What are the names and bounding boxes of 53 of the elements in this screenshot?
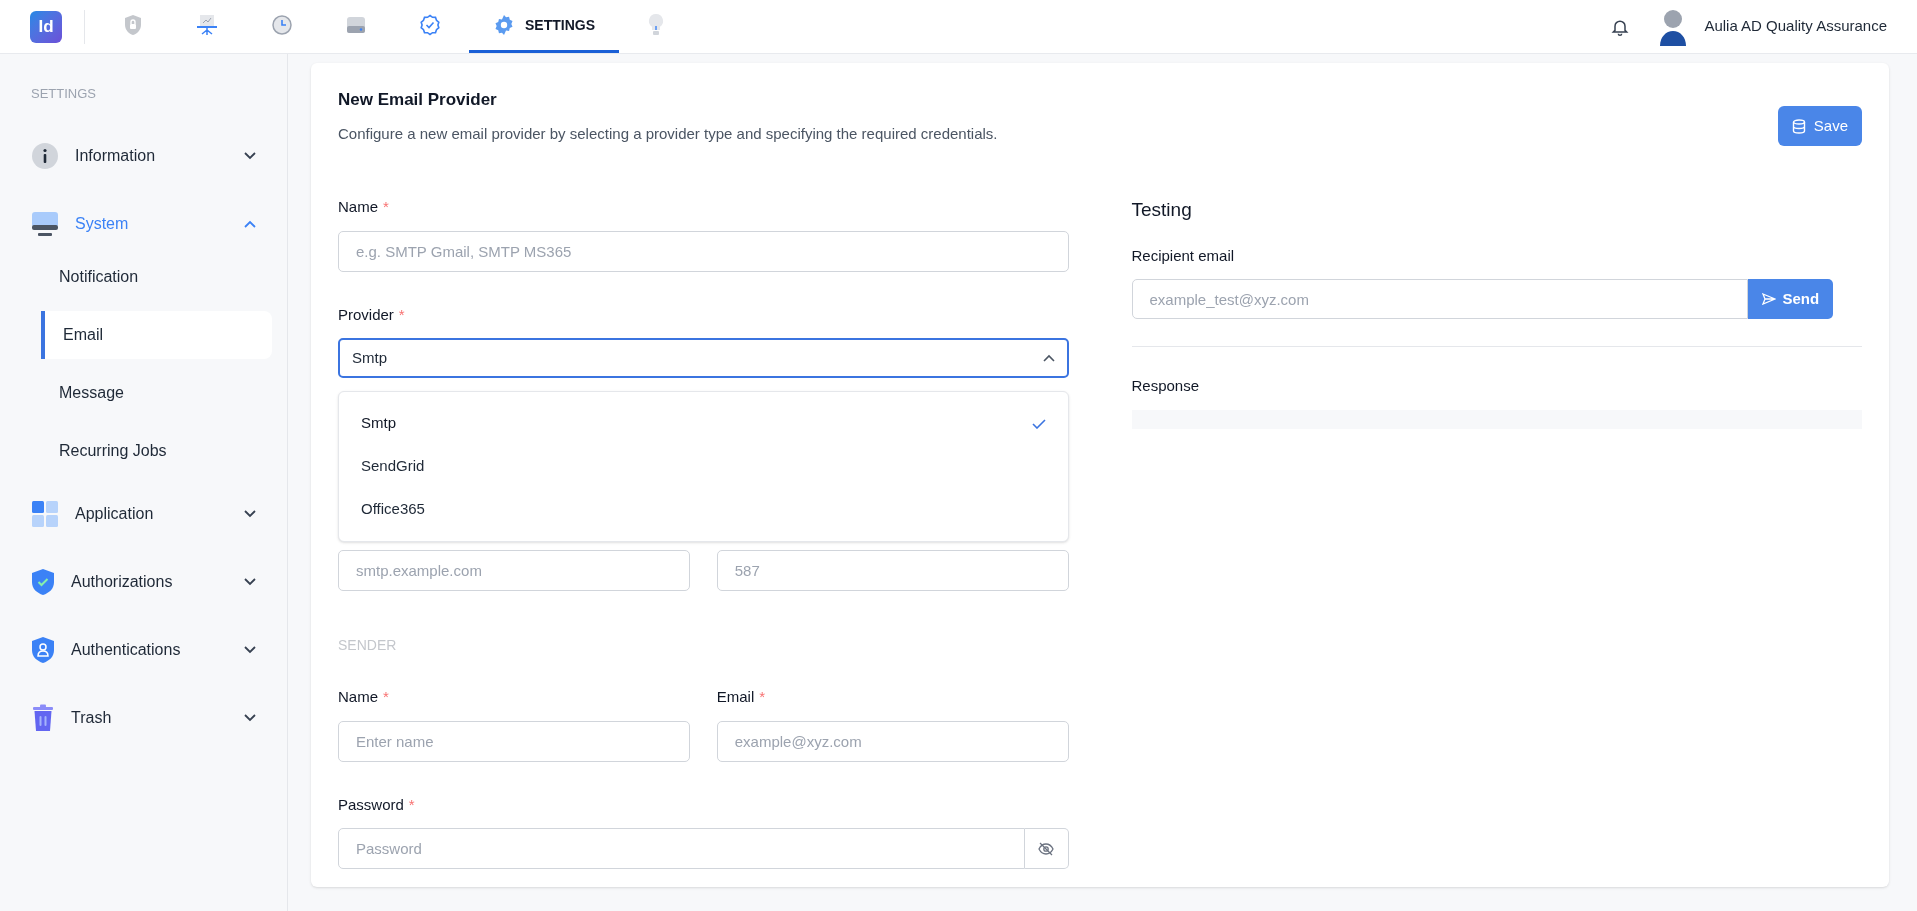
section-title: Testing [1131, 198, 1192, 222]
badge-check-icon[interactable] [419, 14, 441, 36]
port-field[interactable]: 587 [716, 550, 1069, 591]
info-icon [31, 141, 59, 170]
settings-tab[interactable]: SETTINGS [469, 0, 619, 53]
sidebar-item[interactable]: Authorizations [0, 547, 287, 616]
password-field[interactable]: Password [338, 828, 1025, 869]
trash-icon [31, 703, 55, 732]
history-clock-icon[interactable] [271, 14, 293, 36]
field-label: Name * [338, 197, 389, 217]
sidebar-item[interactable]: Information [0, 121, 287, 190]
dropdown-option[interactable]: Office365 [339, 488, 1068, 531]
field-label: Provider * [338, 304, 405, 325]
shield-user-icon [31, 635, 55, 664]
form-title: New Email Provider [338, 89, 498, 111]
name-field[interactable]: e.g. SMTP Gmail, SMTP MS365 [338, 230, 1069, 272]
sidebar-subitem[interactable]: Message [41, 368, 272, 417]
drive-icon[interactable] [345, 15, 367, 35]
host-field[interactable]: smtp.example.com [338, 550, 690, 591]
settings-icon [493, 14, 515, 36]
send-icon [1761, 293, 1776, 305]
provider-select[interactable]: Smtp [338, 338, 1069, 378]
dropdown-option[interactable]: Smtp [339, 402, 1068, 445]
checkmark-icon [1031, 418, 1046, 429]
sender-name-field[interactable]: Enter name [338, 720, 690, 762]
send-button[interactable]: Send [1747, 279, 1834, 319]
database-icon [1791, 118, 1806, 134]
field-label: Name * [338, 687, 389, 707]
sidebar-item[interactable]: Trash [0, 683, 287, 752]
eye-slash-icon [1038, 841, 1054, 856]
sidebar-subitem[interactable]: Email [41, 310, 272, 359]
sender-email-field[interactable]: example@xyz.com [716, 720, 1069, 762]
user-name[interactable]: Aulia AD Quality Assurance [1704, 15, 1887, 38]
field-label: Recipient email [1131, 245, 1235, 266]
sidebar-item[interactable]: Authentications [0, 615, 287, 684]
save-button[interactable]: Save [1777, 106, 1862, 146]
section-heading: SENDER [338, 636, 397, 655]
sidebar-heading: SETTINGS [30, 85, 97, 103]
recipient-email-field[interactable]: example_test@xyz.com [1131, 279, 1748, 319]
monitor-icon [31, 209, 59, 238]
grid-icon [31, 499, 59, 528]
sidebar-item[interactable]: Application [0, 479, 287, 548]
field-label: Email * [716, 687, 766, 707]
form-description: Configure a new email provider by selecting a provider type and specifying the required credentials. [338, 123, 998, 144]
chevron-icon [1042, 354, 1055, 362]
shield-check-icon [31, 567, 55, 596]
field-label: Response [1131, 376, 1200, 396]
presentation-board-icon[interactable] [195, 13, 219, 37]
field-label: Password * [338, 794, 415, 815]
sidebar-subitem[interactable]: Recurring Jobs [41, 426, 272, 475]
app-logo[interactable]: Id [30, 10, 62, 43]
toggle-visibility-button[interactable] [1024, 828, 1069, 869]
dropdown-option[interactable]: SendGrid [339, 445, 1068, 488]
